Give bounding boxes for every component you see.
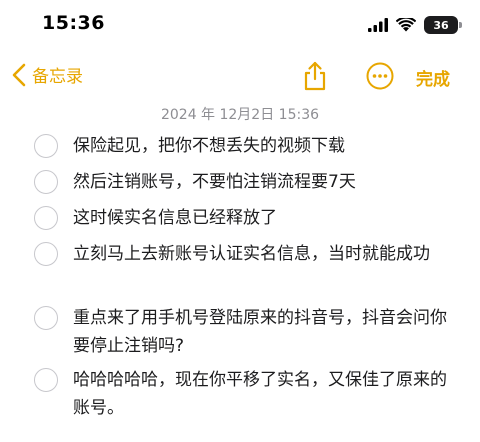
note-date: 2024 年 12月2日 15:36 bbox=[160, 107, 320, 123]
nav-bar: 备忘录 完成 bbox=[0, 56, 480, 100]
checklist-item-text[interactable]: 这时候实名信息已经释放了 bbox=[73, 204, 448, 232]
checkbox[interactable] bbox=[34, 134, 58, 158]
checkbox[interactable] bbox=[34, 368, 58, 392]
checklist-item-text[interactable]: 重点来了用手机号登陆原来的抖音号，抖音会问你要停止注销吗? bbox=[73, 304, 448, 360]
more-icon[interactable] bbox=[366, 62, 394, 90]
status-bar: 15:36 36 bbox=[0, 0, 480, 48]
checkbox[interactable] bbox=[34, 170, 58, 194]
wifi-icon bbox=[396, 18, 416, 32]
checklist-item-text[interactable]: 哈哈哈哈哈，现在你平移了实名，又保佳了原来的账号。 bbox=[73, 366, 448, 422]
back-button[interactable]: 备忘录 bbox=[12, 62, 83, 87]
checklist-item-text[interactable]: 立刻马上去新账号认证实名信息，当时就能成功 bbox=[73, 240, 448, 268]
battery-nub bbox=[459, 22, 462, 28]
back-label: 备忘录 bbox=[32, 67, 83, 87]
signal-icon bbox=[368, 18, 388, 32]
checkbox[interactable] bbox=[34, 306, 58, 330]
status-time: 15:36 bbox=[42, 12, 105, 34]
checkbox[interactable] bbox=[34, 242, 58, 266]
share-icon[interactable] bbox=[300, 60, 330, 92]
checklist-item-text[interactable]: 然后注销账号，不要怕注销流程要7天 bbox=[73, 168, 448, 196]
status-icons: 36 bbox=[368, 16, 462, 34]
chevron-left-icon bbox=[12, 63, 26, 86]
battery-level: 36 bbox=[433, 18, 449, 32]
done-button[interactable]: 完成 bbox=[416, 65, 450, 90]
checkbox[interactable] bbox=[34, 206, 58, 230]
checklist-item-text[interactable]: 保险起见，把你不想丢失的视频下载 bbox=[73, 132, 448, 160]
battery-indicator: 36 bbox=[424, 16, 462, 34]
